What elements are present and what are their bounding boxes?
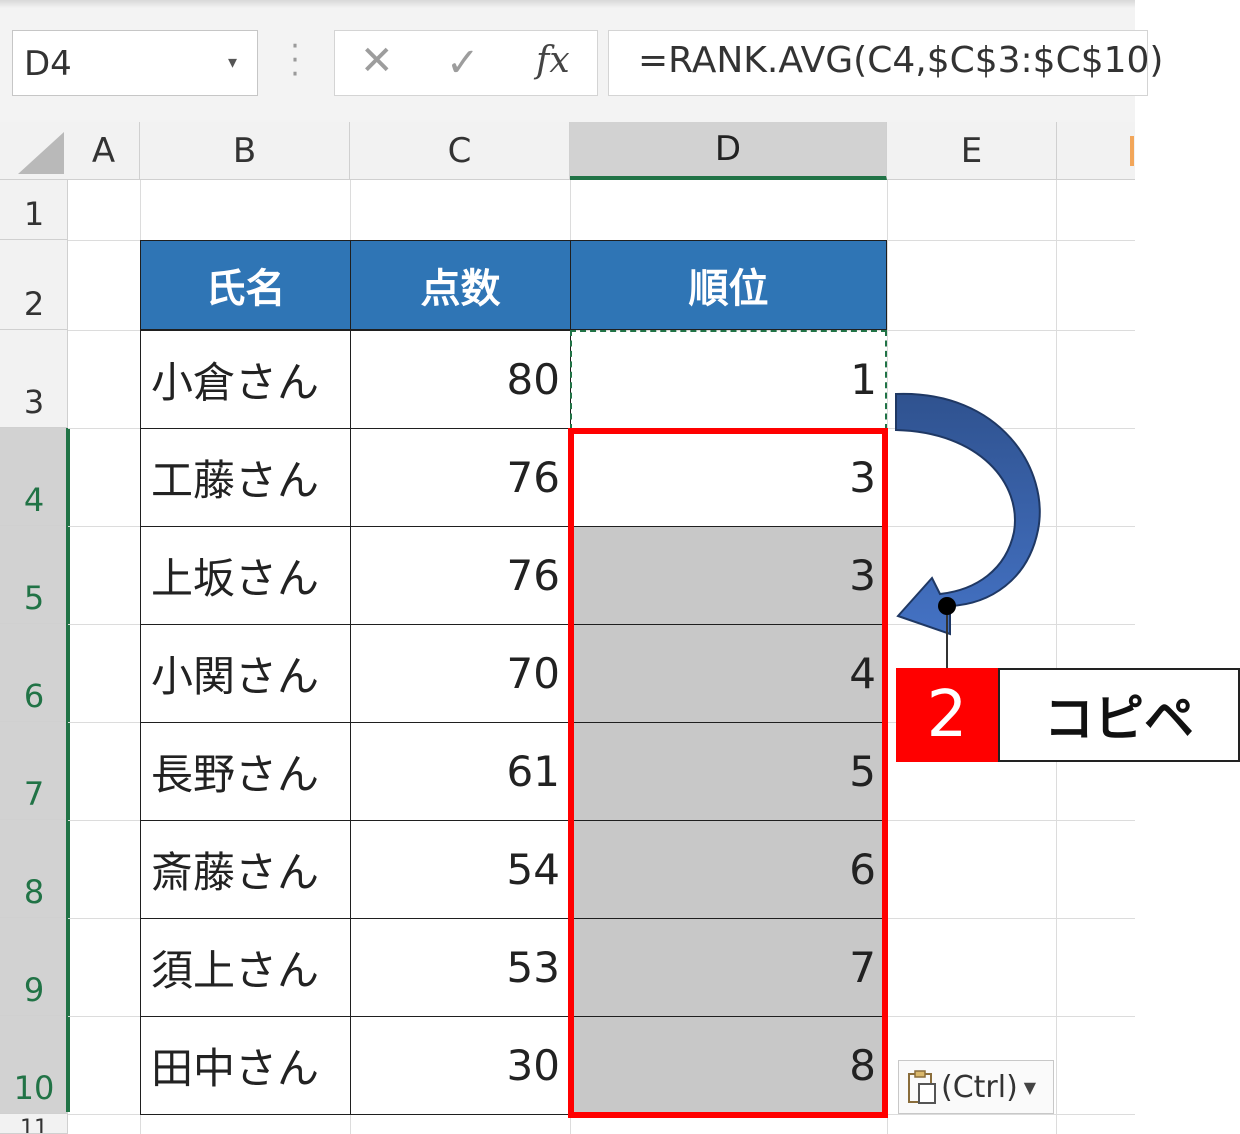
step-label: コピペ — [998, 668, 1240, 762]
column-header-d[interactable]: D — [570, 122, 887, 180]
row-header-1[interactable]: 1 — [0, 180, 68, 240]
row-header-8[interactable]: 8 — [0, 820, 68, 918]
paste-options-button[interactable]: (Ctrl) ▼ — [898, 1060, 1054, 1114]
clipboard-icon — [908, 1070, 936, 1104]
row-header-6[interactable]: 6 — [0, 624, 68, 722]
row-header-3[interactable]: 3 — [0, 330, 68, 428]
name-cell[interactable]: 上坂さん — [140, 526, 351, 625]
column-header-e[interactable]: E — [887, 122, 1057, 180]
select-all-button[interactable] — [18, 132, 64, 174]
score-cell[interactable]: 54 — [350, 820, 571, 919]
header-name[interactable]: 氏名 — [140, 240, 351, 330]
name-cell[interactable]: 小倉さん — [140, 330, 351, 429]
score-cell[interactable]: 70 — [350, 624, 571, 723]
formula-bar-grip-icon[interactable]: · · · — [288, 32, 302, 90]
paste-options-label: (Ctrl) — [941, 1069, 1018, 1105]
name-cell[interactable]: 斎藤さん — [140, 820, 351, 919]
formula-text[interactable]: =RANK.AVG(C4,$C$3:$C$10) — [638, 40, 1163, 81]
row-header-7[interactable]: 7 — [0, 722, 68, 820]
name-cell[interactable]: 須上さん — [140, 918, 351, 1017]
score-cell[interactable]: 76 — [350, 428, 571, 527]
curved-arrow-icon — [895, 392, 1041, 636]
score-cell[interactable]: 61 — [350, 722, 571, 821]
gridline — [1056, 180, 1057, 1134]
column-header-c[interactable]: C — [350, 122, 570, 180]
paste-range-highlight — [568, 428, 888, 1118]
row-header-11[interactable]: 11 — [0, 1114, 68, 1134]
copy-marquee — [570, 330, 887, 430]
cancel-icon[interactable]: ✕ — [360, 38, 394, 84]
header-score[interactable]: 点数 — [350, 240, 571, 330]
row-selection-indicator — [66, 428, 70, 1112]
score-cell[interactable]: 30 — [350, 1016, 571, 1115]
paste-options-dropdown-icon: ▼ — [1023, 1077, 1037, 1097]
row-header-10[interactable]: 10 — [0, 1016, 68, 1114]
name-cell[interactable]: 田中さん — [140, 1016, 351, 1115]
score-cell[interactable]: 76 — [350, 526, 571, 625]
score-cell[interactable]: 53 — [350, 918, 571, 1017]
name-box-dropdown-icon[interactable]: ▾ — [228, 52, 237, 73]
name-cell[interactable]: 長野さん — [140, 722, 351, 821]
row-header-5[interactable]: 5 — [0, 526, 68, 624]
enter-icon[interactable]: ✓ — [446, 40, 480, 86]
row-header-2[interactable]: 2 — [0, 240, 68, 330]
column-header-b[interactable]: B — [140, 122, 350, 180]
name-box-value[interactable]: D4 — [24, 44, 72, 84]
callout-anchor-dot — [938, 597, 956, 615]
column-header-a[interactable]: A — [68, 122, 140, 180]
step-number-badge: 2 — [896, 668, 998, 762]
row-header-4[interactable]: 4 — [0, 428, 68, 526]
row-header-9[interactable]: 9 — [0, 918, 68, 1016]
name-cell[interactable]: 小関さん — [140, 624, 351, 723]
column-header-f-edge — [1130, 136, 1134, 166]
ribbon-shadow — [0, 0, 1135, 8]
insert-function-icon[interactable]: fx — [536, 40, 570, 81]
callout-leader-line — [946, 606, 948, 668]
header-rank[interactable]: 順位 — [570, 240, 887, 330]
name-cell[interactable]: 工藤さん — [140, 428, 351, 527]
score-cell[interactable]: 80 — [350, 330, 571, 429]
